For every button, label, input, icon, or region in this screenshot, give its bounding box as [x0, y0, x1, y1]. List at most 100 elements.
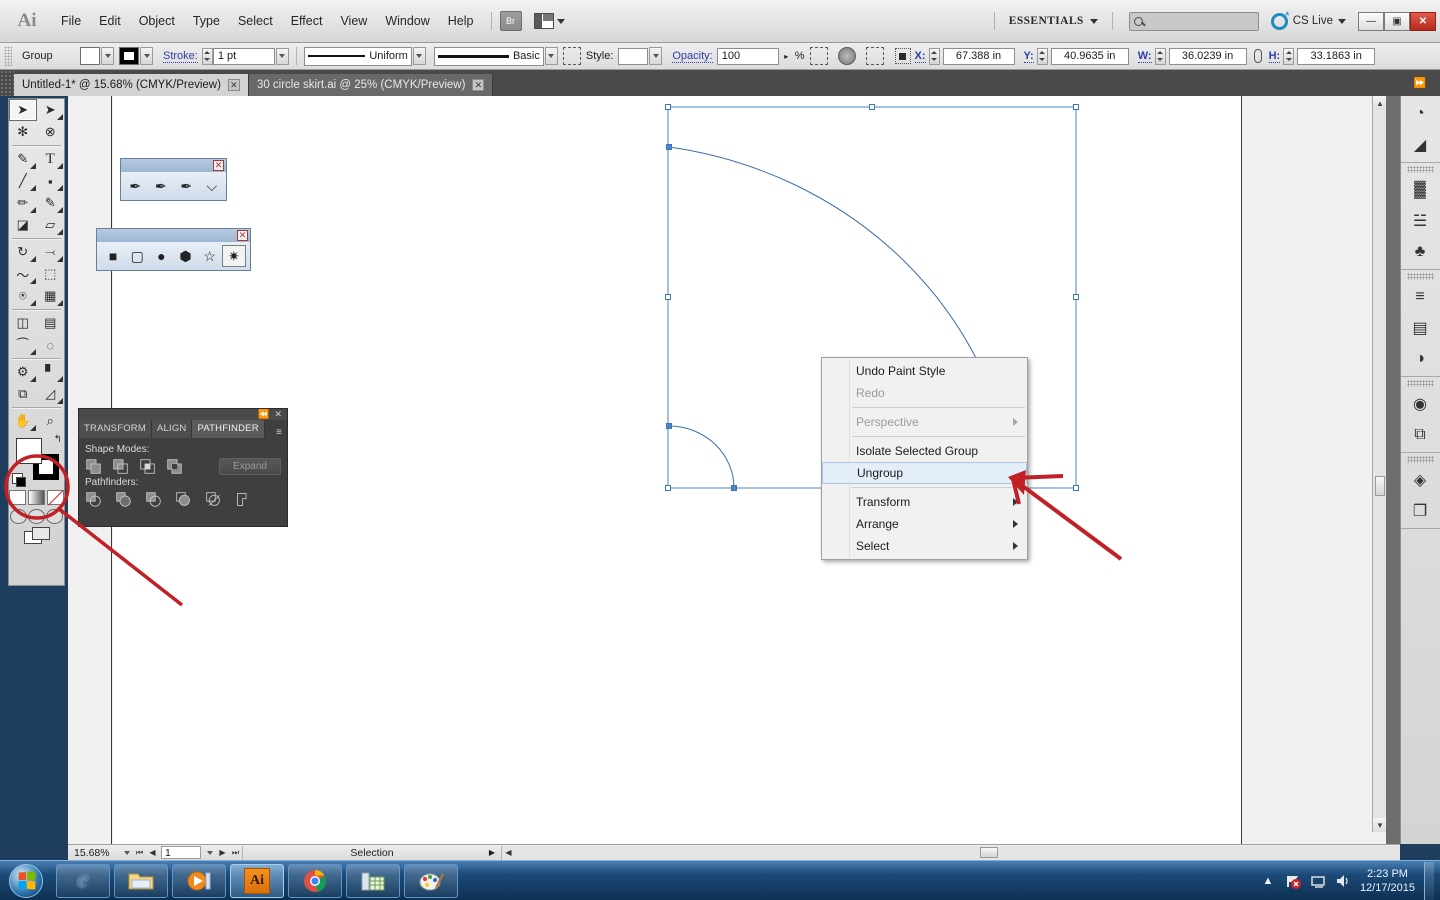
dock-expand-toggle[interactable]: ⏩	[1400, 70, 1440, 96]
gradient-panel-icon[interactable]: ◢	[1401, 129, 1439, 160]
opacity-slider-arrow[interactable]: ▸	[780, 47, 793, 65]
width-tool[interactable]: 〜	[9, 263, 37, 285]
stroke-profile-dropdown[interactable]	[412, 47, 426, 65]
menu-object[interactable]: Object	[130, 10, 184, 32]
shape-tool-flyout-panel[interactable]: ✕ ■ ▢ ● ⬢ ☆ ✷	[96, 228, 251, 271]
gradient-tool[interactable]: ▤	[37, 312, 65, 334]
eyedropper-tool[interactable]: ⏜	[9, 334, 37, 356]
status-display[interactable]: Selection ▶	[242, 845, 502, 860]
slice-tool[interactable]: ◿	[37, 383, 65, 405]
h-value[interactable]: 33.1863 in	[1297, 47, 1376, 65]
default-fill-stroke-icon[interactable]	[12, 473, 26, 487]
selection-handle-tl[interactable]	[665, 104, 671, 110]
first-artboard-button[interactable]: ⏮	[133, 848, 146, 858]
rectangle-tool[interactable]: ■	[101, 245, 125, 267]
opacity-value[interactable]: 100	[716, 47, 779, 65]
fill-stroke-control[interactable]: ↰	[9, 432, 66, 488]
draw-behind-button[interactable]	[28, 509, 45, 524]
menu-file[interactable]: File	[52, 10, 90, 32]
menu-item-ungroup[interactable]: Ungroup	[822, 462, 1027, 484]
pen-flyout-titlebar[interactable]: ✕	[121, 159, 226, 172]
change-screen-mode-icon[interactable]	[23, 527, 50, 544]
opacity-mask-icon[interactable]	[837, 47, 856, 65]
path-anchor-point[interactable]	[666, 423, 672, 429]
show-desktop-button[interactable]	[1424, 861, 1434, 900]
menu-select[interactable]: Select	[229, 10, 282, 32]
menu-item-isolate-selected-group[interactable]: Isolate Selected Group	[822, 440, 1027, 462]
swatches-panel-icon[interactable]: ▓	[1401, 174, 1439, 205]
rotate-tool[interactable]: ↻	[9, 241, 37, 263]
eraser-tool[interactable]: ▱	[37, 214, 65, 236]
magic-wand-tool[interactable]: ✻	[9, 121, 37, 143]
selection-handle-ml[interactable]	[665, 294, 671, 300]
network-error-icon[interactable]	[1285, 873, 1301, 889]
artboard-number-input[interactable]: 1	[161, 846, 201, 859]
direct-selection-tool[interactable]: ➤	[37, 99, 64, 121]
status-menu-icon[interactable]: ▶	[489, 848, 495, 857]
scroll-up-arrow[interactable]: ▲	[1373, 96, 1386, 110]
h-stepper[interactable]	[1283, 47, 1295, 65]
transparency-panel-icon[interactable]: ◑	[1401, 343, 1439, 374]
rounded-rectangle-tool[interactable]: ▢	[125, 245, 149, 267]
color-panel-icon[interactable]: ◔	[1401, 98, 1439, 129]
zoom-dropdown-icon[interactable]	[120, 850, 133, 855]
add-anchor-point-tool[interactable]: ✒	[151, 175, 172, 197]
collapse-icon[interactable]: ⏪	[258, 409, 269, 420]
taskbar-windows-explorer[interactable]	[114, 863, 168, 898]
stroke-swatch-control[interactable]	[119, 47, 153, 65]
vertical-scrollbar[interactable]: ▲ ▼	[1372, 96, 1386, 832]
menu-view[interactable]: View	[331, 10, 376, 32]
start-button[interactable]	[0, 862, 52, 900]
path-anchor-point[interactable]	[731, 485, 737, 491]
dock-group-grip[interactable]	[1407, 273, 1434, 280]
previous-artboard-button[interactable]: ◀	[146, 848, 159, 857]
selection-tool[interactable]: ➤	[9, 99, 37, 121]
x-value[interactable]: 67.388 in	[942, 47, 1015, 65]
scroll-left-arrow[interactable]: ◀	[502, 848, 515, 857]
close-button[interactable]: ✕	[1410, 11, 1436, 31]
taskbar-paint-app[interactable]	[404, 863, 458, 898]
horizontal-scrollbar[interactable]: ◀	[502, 845, 1400, 860]
rectangle-tool[interactable]: ▪	[37, 170, 65, 192]
tab-bar-grip[interactable]	[0, 70, 14, 96]
brush-definition-combo[interactable]: Basic	[433, 46, 544, 66]
pathfinder-panel[interactable]: ⏪ ✕ TRANSFORM ALIGN PATHFINDER ≡ Shape M…	[78, 408, 288, 527]
taskbar-spreadsheet-app[interactable]	[346, 863, 400, 898]
workspace-switcher[interactable]: ESSENTIALS	[1003, 12, 1104, 30]
x-stepper[interactable]	[928, 47, 940, 65]
fill-dropdown-arrow[interactable]	[101, 47, 114, 65]
fill-color-swatch[interactable]	[16, 438, 42, 464]
selection-handle-tr[interactable]	[1073, 104, 1079, 110]
lasso-tool[interactable]: ⊗	[37, 121, 65, 143]
dock-group-grip[interactable]	[1407, 456, 1434, 463]
taskbar-clock[interactable]: 2:23 PM 12/17/2015	[1360, 867, 1415, 895]
pen-tool[interactable]: ✎	[9, 148, 37, 170]
restore-button[interactable]: ▣	[1384, 11, 1410, 31]
hand-tool[interactable]: ✋	[9, 410, 37, 432]
outline-button[interactable]	[205, 491, 222, 508]
intersect-button[interactable]	[139, 458, 156, 475]
gradient2-panel-icon[interactable]: ▤	[1401, 312, 1439, 343]
w-stepper[interactable]	[1154, 47, 1166, 65]
panel-menu-icon[interactable]: ≡	[276, 427, 287, 438]
tab-pathfinder[interactable]: PATHFINDER	[192, 420, 265, 438]
dock-group-grip[interactable]	[1407, 166, 1434, 173]
brushes-panel-icon[interactable]: ☱	[1401, 205, 1439, 236]
stroke-weight-stepper[interactable]	[201, 47, 213, 65]
selection-handle-mr[interactable]	[1073, 294, 1079, 300]
minimize-button[interactable]: —	[1358, 11, 1384, 31]
selection-handle-bl[interactable]	[665, 485, 671, 491]
blend-tool[interactable]: ◌	[37, 334, 65, 356]
layers-panel-icon[interactable]: ◈	[1401, 464, 1439, 495]
menu-item-transform[interactable]: Transform	[822, 491, 1027, 513]
blob-brush-tool[interactable]: ◪	[9, 214, 37, 236]
selection-handle-br[interactable]	[1073, 485, 1079, 491]
constrain-proportions-icon[interactable]	[1253, 49, 1262, 63]
tab-close-icon[interactable]: ✕	[227, 79, 240, 91]
paintbrush-tool[interactable]: ✏	[9, 192, 37, 214]
gradient-mode-button[interactable]	[28, 490, 45, 505]
pen-tool-flyout-panel[interactable]: ✕ ✒ ✒ ✒ ⌵	[120, 158, 227, 201]
perspective-grid-tool[interactable]: ▦	[37, 285, 65, 307]
next-artboard-button[interactable]: ▶	[216, 848, 229, 857]
expand-button[interactable]: Expand	[219, 458, 281, 475]
